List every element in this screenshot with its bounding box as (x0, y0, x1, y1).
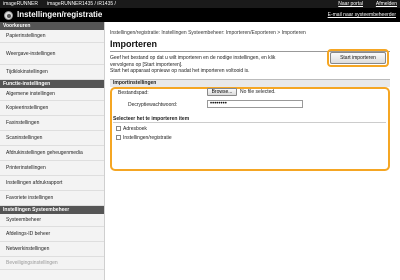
addressbook-checkbox[interactable] (116, 126, 121, 131)
sidebar-item-label: Algemene instellingen (6, 91, 55, 97)
sidebar-heading-systeembeheer: Instellingen Systeembeheer (0, 206, 104, 214)
settings-registration-checkbox[interactable] (116, 135, 121, 140)
sidebar-item-kopieerinstellingen[interactable]: Kopieerinstellingen (0, 101, 104, 116)
sidebar-item-label: Tijdklokinstellingen (6, 69, 48, 75)
file-path-label: Bestandspad: (118, 90, 149, 96)
sidebar-item-favoriete-instellingen[interactable]: Favoriete instellingen (0, 191, 104, 206)
settings-registration-label: Instellingen/registratie (123, 135, 172, 141)
header-bar: Instellingen/registratie E-mail naar sys… (0, 8, 400, 22)
sidebar-item-printerinstellingen[interactable]: Printerinstellingen (0, 161, 104, 176)
app-title: Instellingen/registratie (17, 10, 103, 19)
sidebar-item-label: Printerinstellingen (6, 165, 46, 171)
top-bar: imageRUNNER imageRUNNER1435 / iR1435 / N… (0, 0, 400, 8)
sidebar-item-label: Netwerkinstellingen (6, 246, 50, 252)
sidebar-item-afdrukinstellingen-geheugenmedia[interactable]: Afdrukinstellingen geheugenmedia (0, 146, 104, 161)
portal-link[interactable]: Naar portal (338, 0, 363, 8)
decryption-password-input[interactable] (207, 100, 303, 108)
sidebar-item-label: Scaninstellingen (6, 135, 43, 141)
sidebar-heading-functie-instellingen: Functie-instellingen (0, 80, 104, 88)
sidebar-item-label: Papierinstellingen (6, 33, 46, 39)
import-settings-heading: Importinstellingen (110, 79, 390, 87)
sidebar-item-instellingen-afdrukrapport[interactable]: Instellingen afdrukrapport (0, 176, 104, 191)
sidebar-item-label: Favoriete instellingen (6, 195, 54, 201)
sidebar-item-weergave-instellingen[interactable]: Weergave-instellingen (0, 43, 104, 65)
browse-button[interactable]: Browse... (207, 88, 237, 96)
instruction-line: Start het apparaat opnieuw op nadat het … (110, 68, 250, 74)
sidebar: Voorkeuren Papierinstellingen Weergave-i… (0, 22, 105, 280)
page-title: Importeren (110, 39, 158, 49)
logout-link[interactable]: Afmelden (376, 0, 397, 8)
main-content: Instellingen/registratie: Instellingen S… (110, 22, 400, 280)
sidebar-item-beveiligingsinstellingen[interactable]: Beveiligingsinstellingen (0, 257, 104, 270)
addressbook-label: Adresboek (123, 126, 147, 132)
sidebar-item-label: Faxinstellingen (6, 120, 40, 126)
start-import-button[interactable]: Start importeren (330, 52, 386, 64)
select-divider (113, 122, 386, 123)
brand-name: imageRUNNER (3, 1, 39, 7)
settings-logo-icon (4, 11, 13, 20)
sidebar-item-label: Beveiligingsinstellingen (6, 260, 58, 266)
sidebar-item-netwerkinstellingen[interactable]: Netwerkinstellingen (0, 242, 104, 257)
sidebar-heading-voorkeuren: Voorkeuren (0, 22, 104, 30)
sidebar-item-label: Afdrukinstellingen geheugenmedia (6, 150, 83, 156)
breadcrumb: Instellingen/registratie: Instellingen S… (110, 30, 306, 36)
sidebar-item-label: Afdelings-ID beheer (6, 231, 51, 237)
mail-admin-link[interactable]: E-mail naar systeembeheerder (328, 12, 396, 18)
sidebar-item-systeembeheer[interactable]: Systeembeheer (0, 214, 104, 227)
sidebar-item-label: Instellingen afdrukrapport (6, 180, 63, 186)
sidebar-item-papierinstellingen[interactable]: Papierinstellingen (0, 30, 104, 43)
sidebar-item-afdelings-id-beheer[interactable]: Afdelings-ID beheer (0, 227, 104, 242)
sidebar-item-algemene-instellingen[interactable]: Algemene instellingen (0, 88, 104, 101)
instructions: Geef het bestand op dat u wilt importere… (110, 55, 315, 75)
sidebar-item-label: Systeembeheer (6, 217, 42, 223)
sidebar-item-label: Weergave-instellingen (6, 50, 56, 57)
sidebar-item-tijdklokinstellingen[interactable]: Tijdklokinstellingen (0, 65, 104, 80)
password-label: Decryptiewachtwoord: (128, 102, 178, 108)
sidebar-item-scaninstellingen[interactable]: Scaninstellingen (0, 131, 104, 146)
no-file-text: No file selected. (240, 89, 276, 95)
sidebar-item-label: Kopieerinstellingen (6, 105, 49, 111)
sidebar-item-faxinstellingen[interactable]: Faxinstellingen (0, 116, 104, 131)
device-model: imageRUNNER1435 / iR1435 / (47, 1, 116, 7)
